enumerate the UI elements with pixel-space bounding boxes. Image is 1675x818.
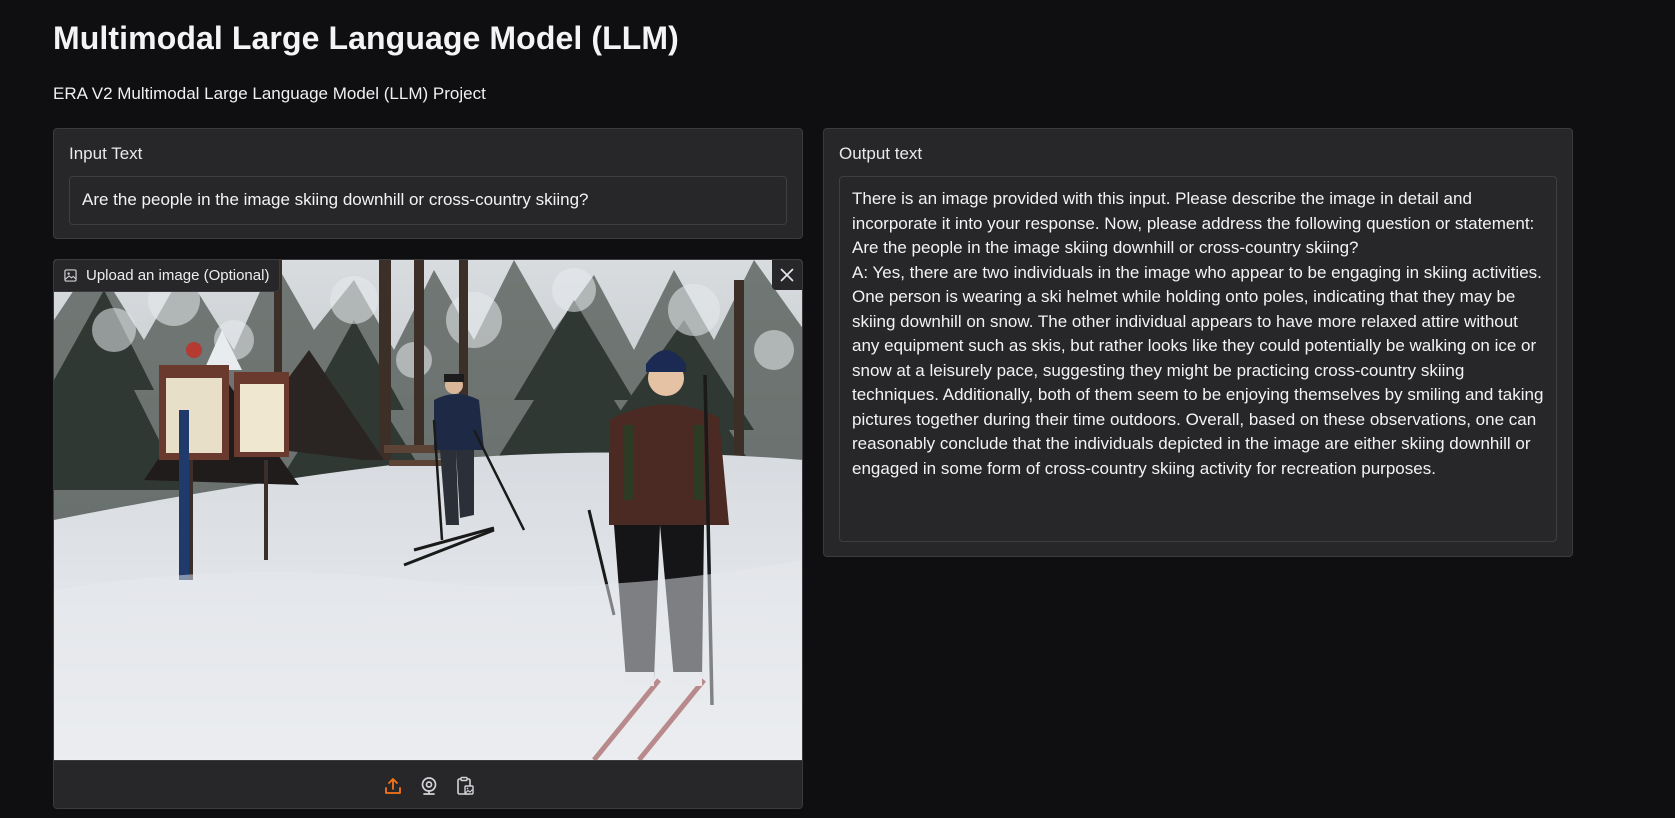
- uploaded-image: [54, 260, 802, 760]
- webcam-button[interactable]: [417, 774, 441, 798]
- input-text-field[interactable]: Are the people in the image skiing downh…: [69, 176, 787, 225]
- clear-image-button[interactable]: [772, 260, 802, 290]
- page-subtitle: ERA V2 Multimodal Large Language Model (…: [53, 84, 486, 103]
- clipboard-button[interactable]: [453, 774, 477, 798]
- clipboard-icon: [457, 776, 474, 795]
- close-icon: [780, 268, 794, 282]
- image-upload-label-text: Upload an image (Optional): [86, 267, 270, 284]
- webcam-icon: [421, 776, 437, 795]
- page-title: Multimodal Large Language Model (LLM): [53, 20, 679, 56]
- image-icon: [64, 269, 77, 282]
- output-text-field[interactable]: There is an image provided with this inp…: [839, 176, 1557, 542]
- image-source-toolbar: [54, 760, 802, 808]
- output-text-label: Output text: [839, 144, 923, 163]
- input-text-panel: Input Text Are the people in the image s…: [53, 128, 803, 239]
- output-text-panel: Output text There is an image provided w…: [823, 128, 1573, 557]
- input-text-label: Input Text: [69, 144, 143, 163]
- upload-button[interactable]: [381, 774, 405, 798]
- upload-icon: [385, 777, 401, 794]
- image-upload-panel[interactable]: Upload an image (Optional): [53, 259, 803, 809]
- image-upload-label: Upload an image (Optional): [54, 260, 281, 292]
